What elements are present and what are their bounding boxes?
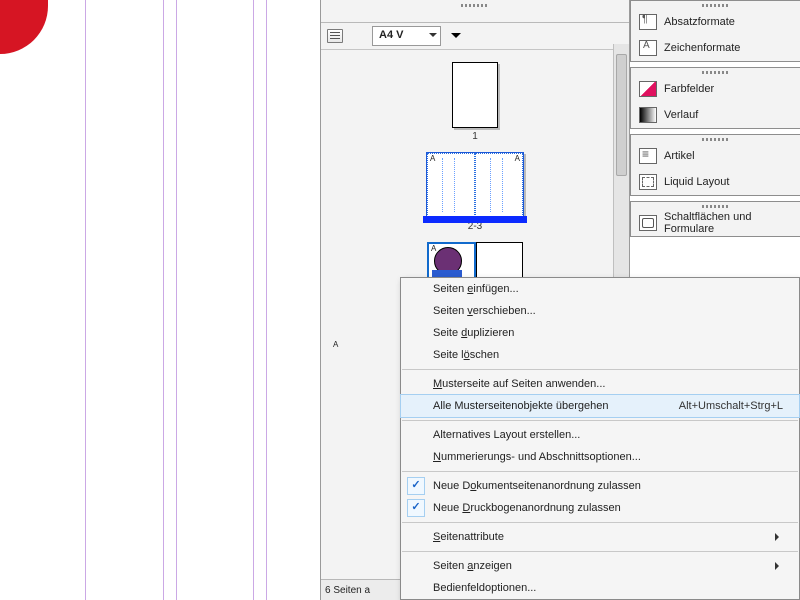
panel-grip[interactable]	[461, 4, 489, 7]
pages-context-menu: Seiten einfügen... Seiten verschieben...…	[400, 277, 800, 600]
guide-line	[163, 0, 164, 600]
panel-item-label: Liquid Layout	[664, 176, 729, 188]
menu-label: Bedienfeldoptionen...	[433, 582, 536, 594]
panel-grip[interactable]	[631, 135, 800, 143]
menu-label: Seitenattribute	[433, 531, 504, 543]
master-tag: A	[515, 154, 520, 163]
panel-item-farbfelder[interactable]: Farbfelder	[631, 76, 800, 102]
panel-group: Farbfelder Verlauf	[630, 67, 800, 129]
liquid-layout-icon	[639, 174, 657, 190]
panel-item-label: Verlauf	[664, 109, 698, 121]
menu-separator	[402, 522, 798, 523]
articles-icon	[639, 148, 657, 164]
guide-line	[85, 0, 86, 600]
menu-seiten-verschieben[interactable]: Seiten verschieben...	[401, 300, 799, 322]
menu-label: Seiten verschieben...	[433, 305, 536, 317]
menu-shortcut: Alt+Umschalt+Strg+L	[679, 400, 783, 412]
page-number-label: 1	[331, 131, 619, 142]
document-canvas[interactable]	[0, 0, 320, 600]
panel-grip[interactable]	[631, 68, 800, 76]
gradient-icon	[639, 107, 657, 123]
menu-alternatives-layout[interactable]: Alternatives Layout erstellen...	[401, 424, 799, 446]
menu-label: Neue Dokumentseitenanordnung zulassen	[433, 480, 641, 492]
menu-label: Musterseite auf Seiten anwenden...	[433, 378, 605, 390]
menu-druckbogenanordnung[interactable]: ✓ Neue Druckbogenanordnung zulassen	[401, 497, 799, 519]
menu-label: Seiten einfügen...	[433, 283, 519, 295]
menu-musterseite-anwenden[interactable]: Musterseite auf Seiten anwenden...	[401, 373, 799, 395]
panel-group: Schaltflächen und Formulare	[630, 201, 800, 237]
page-count-label: 6 Seiten a	[325, 585, 370, 596]
master-tag: A	[333, 340, 338, 349]
panel-grip[interactable]	[631, 202, 800, 210]
dropdown-arrow-icon[interactable]	[451, 33, 461, 43]
menu-label: Nummerierungs- und Abschnittsoptionen...	[433, 451, 641, 463]
menu-label: Alle Musterseitenobjekte übergehen	[433, 400, 609, 412]
menu-seite-loeschen[interactable]: Seite löschen	[401, 344, 799, 366]
panel-menu-icon[interactable]	[327, 29, 343, 43]
scrollbar-thumb[interactable]	[616, 54, 627, 176]
menu-label: Seite löschen	[433, 349, 499, 361]
panel-item-artikel[interactable]: Artikel	[631, 143, 800, 169]
menu-bedienfeldoptionen[interactable]: Bedienfeldoptionen...	[401, 577, 799, 599]
panel-group: Absatzformate Zeichenformate	[630, 0, 800, 62]
menu-separator	[402, 369, 798, 370]
menu-label: Seiten anzeigen	[433, 560, 512, 572]
panel-group: Artikel Liquid Layout	[630, 134, 800, 196]
paragraph-styles-icon	[639, 14, 657, 30]
master-page-dropdown[interactable]: A4 V	[372, 26, 441, 46]
menu-label: Neue Druckbogenanordnung zulassen	[433, 502, 621, 514]
master-page-dropdown-label: A4 V	[379, 29, 403, 41]
check-icon: ✓	[407, 477, 425, 495]
menu-alle-musterseitenobjekte-uebergehen[interactable]: Alle Musterseitenobjekte übergehen Alt+Um…	[400, 394, 800, 418]
panel-item-verlauf[interactable]: Verlauf	[631, 102, 800, 128]
menu-seitenattribute[interactable]: Seitenattribute	[401, 526, 799, 548]
guide-line	[176, 0, 177, 600]
menu-separator	[402, 551, 798, 552]
menu-label: Seite duplizieren	[433, 327, 514, 339]
master-tag: A	[431, 244, 436, 253]
menu-label: Alternatives Layout erstellen...	[433, 429, 580, 441]
menu-separator	[402, 420, 798, 421]
check-icon: ✓	[407, 499, 425, 517]
menu-seiten-anzeigen[interactable]: Seiten anzeigen	[401, 555, 799, 577]
panel-item-label: Zeichenformate	[664, 42, 740, 54]
swatches-icon	[639, 81, 657, 97]
panel-item-schaltflaechen[interactable]: Schaltflächen und Formulare	[631, 210, 800, 236]
panel-item-label: Artikel	[664, 150, 695, 162]
page-art-red-shape	[0, 0, 48, 54]
submenu-arrow-icon	[775, 562, 783, 570]
guide-line	[266, 0, 267, 600]
menu-nummerierung[interactable]: Nummerierungs- und Abschnittsoptionen...	[401, 446, 799, 468]
panel-header	[321, 0, 629, 23]
panel-item-liquid-layout[interactable]: Liquid Layout	[631, 169, 800, 195]
page-spread-2-3[interactable]: A A 2-3	[331, 152, 619, 232]
menu-separator	[402, 471, 798, 472]
panel-item-label: Absatzformate	[664, 16, 735, 28]
panel-grip[interactable]	[631, 1, 800, 9]
panel-item-label: Schaltflächen und Formulare	[664, 211, 792, 235]
pages-toolbar: A4 V	[321, 23, 629, 50]
panel-item-label: Farbfelder	[664, 83, 714, 95]
menu-dokumentseitenanordnung[interactable]: ✓ Neue Dokumentseitenanordnung zulassen	[401, 475, 799, 497]
page-thumb-1[interactable]: 1	[331, 62, 619, 142]
panel-item-zeichenformate[interactable]: Zeichenformate	[631, 35, 800, 61]
buttons-forms-icon	[639, 215, 657, 231]
guide-line	[253, 0, 254, 600]
selection-indicator	[423, 216, 527, 223]
panel-item-absatzformate[interactable]: Absatzformate	[631, 9, 800, 35]
master-tag: A	[430, 154, 435, 163]
menu-seiten-einfuegen[interactable]: Seiten einfügen...	[401, 278, 799, 300]
submenu-arrow-icon	[775, 533, 783, 541]
character-styles-icon	[639, 40, 657, 56]
menu-seite-duplizieren[interactable]: Seite duplizieren	[401, 322, 799, 344]
